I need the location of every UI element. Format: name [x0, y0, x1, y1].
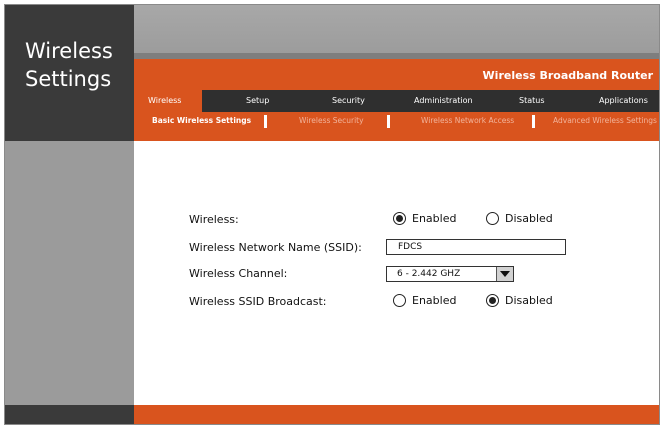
radio-unchecked-icon[interactable]: [486, 212, 499, 225]
left-footer: [5, 405, 134, 424]
wireless-disabled-label: Disabled: [505, 212, 553, 225]
tab-status[interactable]: Status: [519, 90, 545, 112]
radio-unchecked-icon[interactable]: [393, 294, 406, 307]
main-nav: Wireless Setup Security Administration S…: [134, 90, 659, 112]
channel-row: Wireless Channel: 6 - 2.442 GHZ: [189, 264, 649, 284]
page-title-line1: Wireless: [25, 39, 113, 63]
wireless-enabled-radio[interactable]: Enabled: [393, 212, 456, 225]
broadcast-label: Wireless SSID Broadcast:: [189, 295, 327, 308]
settings-form: Wireless: Enabled Disabled Wireless Netw…: [134, 141, 659, 405]
chevron-down-icon: [500, 271, 510, 277]
subtab-wireless-network-access[interactable]: Wireless Network Access: [421, 112, 514, 130]
router-window: Wireless Settings Wireless Broadband Rou…: [4, 4, 660, 425]
wireless-disabled-radio[interactable]: Disabled: [486, 212, 553, 225]
wireless-enabled-label: Enabled: [412, 212, 457, 225]
wireless-row: Wireless: Enabled Disabled: [189, 210, 649, 230]
brand-title: Wireless Broadband Router: [482, 69, 653, 82]
tab-wireless[interactable]: Wireless: [134, 90, 202, 112]
broadcast-enabled-radio[interactable]: Enabled: [393, 294, 456, 307]
brand-bar: Wireless Broadband Router: [134, 59, 659, 90]
title-panel: Wireless Settings: [5, 5, 134, 141]
subnav-separator: [264, 115, 267, 128]
ssid-label: Wireless Network Name (SSID):: [189, 241, 362, 254]
tab-applications[interactable]: Applications: [599, 90, 648, 112]
radio-checked-icon[interactable]: [486, 294, 499, 307]
subtab-wireless-security[interactable]: Wireless Security: [299, 112, 364, 130]
broadcast-row: Wireless SSID Broadcast: Enabled Disable…: [189, 292, 649, 312]
channel-label: Wireless Channel:: [189, 267, 288, 280]
page-title: Wireless Settings: [25, 37, 113, 93]
broadcast-enabled-label: Enabled: [412, 294, 457, 307]
subnav-separator: [387, 115, 390, 128]
ssid-row: Wireless Network Name (SSID): FDCS: [189, 238, 649, 258]
channel-dropdown-button[interactable]: [496, 267, 513, 281]
left-sidebar: [5, 141, 134, 405]
tab-setup[interactable]: Setup: [246, 90, 269, 112]
subtab-basic-wireless-settings[interactable]: Basic Wireless Settings: [152, 112, 251, 130]
broadcast-disabled-radio[interactable]: Disabled: [486, 294, 553, 307]
sub-nav: Basic Wireless Settings Wireless Securit…: [134, 112, 659, 141]
broadcast-disabled-label: Disabled: [505, 294, 553, 307]
wireless-label: Wireless:: [189, 213, 239, 226]
page-title-line2: Settings: [25, 67, 112, 91]
radio-checked-icon[interactable]: [393, 212, 406, 225]
tab-security[interactable]: Security: [332, 90, 365, 112]
footer-bar: [134, 405, 659, 424]
header-banner: [134, 5, 659, 53]
subnav-separator: [532, 115, 535, 128]
subtab-advanced-wireless-settings[interactable]: Advanced Wireless Settings: [553, 112, 657, 130]
tab-administration[interactable]: Administration: [414, 90, 473, 112]
channel-select[interactable]: 6 - 2.442 GHZ: [386, 266, 514, 282]
channel-selected-value: 6 - 2.442 GHZ: [397, 269, 461, 279]
ssid-input[interactable]: FDCS: [386, 239, 566, 255]
